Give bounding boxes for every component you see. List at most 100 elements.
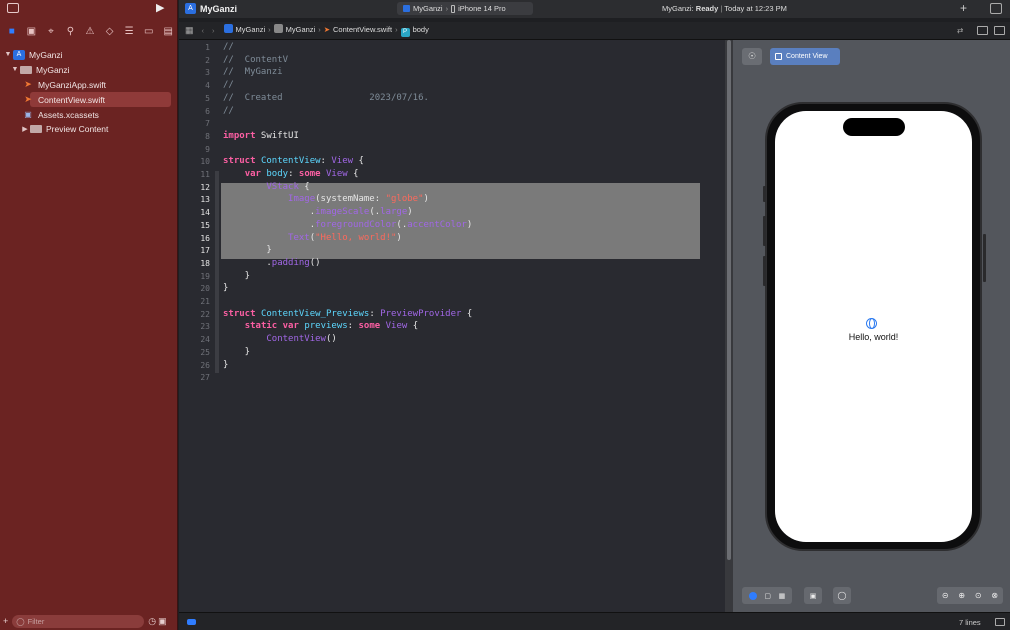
- breakpoint-navigator-icon[interactable]: ▭: [139, 23, 159, 39]
- code-line[interactable]: struct ContentView_Previews: PreviewProv…: [223, 309, 472, 319]
- filter-input[interactable]: ◯ Filter: [12, 614, 145, 628]
- filter-placeholder: Filter: [27, 616, 45, 626]
- zoom-fit-icon[interactable]: ⊙: [975, 591, 982, 600]
- code-line[interactable]: ContentView(): [223, 334, 336, 344]
- report-navigator-icon[interactable]: ▤: [159, 23, 179, 39]
- code-line[interactable]: .imageScale(.large): [223, 207, 413, 217]
- line-number: 21: [200, 297, 210, 306]
- volume-down-button: [763, 256, 766, 286]
- code-line[interactable]: }: [223, 347, 250, 357]
- code-token: {: [298, 181, 310, 192]
- recent-files-icon[interactable]: ◷: [148, 616, 156, 627]
- code-line[interactable]: static var previews: some View {: [223, 321, 418, 331]
- code-line[interactable]: import SwiftUI: [223, 131, 299, 141]
- tree-item-file-selected[interactable]: ➤ ContentView.swift: [24, 92, 171, 107]
- code-line[interactable]: Image(systemName: "globe"): [223, 194, 429, 204]
- code-token: }: [223, 245, 272, 256]
- code-token: (): [309, 257, 321, 268]
- debug-navigator-icon[interactable]: ☰: [119, 23, 139, 39]
- find-navigator-icon[interactable]: ⚲: [61, 23, 81, 39]
- zoom-in-icon[interactable]: ⊕: [958, 591, 965, 600]
- code-editor[interactable]: 1 // 2 // ContentV 3 // MyGanzi 4 // 5 // Created…: [179, 40, 725, 612]
- back-icon[interactable]: ‹: [202, 26, 205, 35]
- code-token: VStack: [266, 181, 299, 192]
- pin-icon[interactable]: ☉: [742, 48, 762, 65]
- project-icon: [223, 24, 233, 33]
- device-settings-icon[interactable]: ▣: [804, 587, 822, 604]
- breadcrumb-symbol[interactable]: body: [413, 25, 429, 34]
- tree-item-group[interactable]: ▶ Preview Content: [20, 121, 173, 136]
- property-icon: P: [400, 28, 410, 37]
- code-line[interactable]: // ContentV: [223, 55, 288, 65]
- code-token: ): [396, 232, 402, 243]
- sidebar-toggle-icon[interactable]: [7, 3, 19, 13]
- issue-navigator-icon[interactable]: ⚠: [80, 23, 100, 39]
- scm-filter-icon[interactable]: ▣: [158, 616, 167, 627]
- scheme-selector[interactable]: MyGanzi › iPhone 14 Pro: [397, 2, 533, 15]
- add-icon[interactable]: +: [3, 616, 8, 626]
- status-time: Today at 12:23 PM: [724, 4, 787, 13]
- disclosure-open-icon[interactable]: ▼: [3, 51, 13, 58]
- test-navigator-icon[interactable]: ◇: [100, 23, 120, 39]
- code-line[interactable]: struct ContentView: View {: [223, 156, 364, 166]
- symbol-navigator-icon[interactable]: ⌖: [41, 23, 61, 39]
- canvas-divider[interactable]: [725, 40, 733, 612]
- source-control-icon[interactable]: ▣: [22, 23, 42, 39]
- code-token: some: [298, 169, 321, 179]
- editor-grid-icon[interactable]: ▦: [185, 25, 194, 36]
- debug-area-toggle-icon[interactable]: [187, 619, 196, 625]
- code-line[interactable]: }: [223, 271, 250, 281]
- code-token: some: [358, 321, 381, 332]
- breadcrumb-group[interactable]: MyGanzi: [286, 25, 316, 34]
- line-number: 15: [200, 220, 210, 230]
- preview-selector[interactable]: Content View: [770, 48, 840, 65]
- code-line[interactable]: }: [223, 245, 272, 256]
- code-line[interactable]: }: [223, 360, 228, 370]
- code-token: var: [244, 169, 261, 179]
- navigator-sidebar: ▶ ■ ▣ ⌖ ⚲ ⚠ ◇ ☰ ▭ ▤ ▼ A MyGanzi ▼ MyGanz…: [0, 0, 178, 630]
- code-line[interactable]: .padding(): [223, 257, 321, 268]
- code-line[interactable]: var body: some View {: [223, 169, 359, 179]
- tree-item-project[interactable]: ▼ A MyGanzi: [3, 47, 173, 62]
- divider-handle[interactable]: [727, 40, 731, 560]
- code-line[interactable]: //: [223, 106, 234, 116]
- code-line[interactable]: // MyGanzi: [223, 67, 283, 77]
- zoom-out-icon[interactable]: ⊝: [942, 591, 949, 600]
- tree-item-assets[interactable]: ▣ Assets.xcassets: [24, 107, 173, 122]
- disclosure-closed-icon[interactable]: ▶: [20, 125, 30, 133]
- refresh-icon[interactable]: ⇄: [957, 26, 963, 35]
- device-icon: [451, 4, 456, 13]
- variants-icon[interactable]: ◯: [833, 587, 851, 604]
- code-token: View: [326, 169, 348, 179]
- add-editor-icon[interactable]: [994, 26, 1005, 35]
- code-line[interactable]: // Created 2023/07/16.: [223, 93, 429, 103]
- code-line[interactable]: Text("Hello, world!"): [223, 233, 402, 243]
- project-navigator-icon[interactable]: ■: [2, 23, 22, 39]
- run-icon[interactable]: ▶: [156, 1, 164, 14]
- zoom-actual-icon[interactable]: ⊗: [991, 591, 998, 600]
- code-line[interactable]: //: [223, 42, 234, 52]
- split-editor-icon[interactable]: [977, 26, 988, 35]
- forward-icon[interactable]: ›: [212, 26, 215, 35]
- add-library-button[interactable]: +: [960, 1, 967, 15]
- selectable-mode-icon[interactable]: ▢: [764, 592, 771, 600]
- code-line[interactable]: }: [223, 283, 228, 293]
- disclosure-open-icon[interactable]: ▼: [10, 66, 20, 73]
- inspector-toggle-icon[interactable]: [990, 3, 1002, 14]
- code-token: ContentView: [260, 156, 321, 167]
- xcode-window: ▶ ■ ▣ ⌖ ⚲ ⚠ ◇ ☰ ▭ ▤ ▼ A MyGanzi ▼ MyGanz…: [0, 0, 1010, 630]
- debug-area-icon[interactable]: [995, 618, 1005, 626]
- filter-options-icon[interactable]: ◯: [16, 617, 24, 626]
- breadcrumb-project[interactable]: MyGanzi: [236, 25, 266, 34]
- variants-grid-icon[interactable]: ▦: [779, 592, 786, 600]
- code-line[interactable]: .foregroundColor(.accentColor): [223, 220, 473, 230]
- code-line[interactable]: VStack {: [223, 181, 310, 192]
- device-screen[interactable]: Hello, world!: [775, 111, 972, 542]
- breadcrumb-file[interactable]: ContentView.swift: [333, 25, 392, 34]
- tree-item-group[interactable]: ▼ MyGanzi: [10, 62, 173, 77]
- code-token: .: [223, 257, 272, 268]
- code-line[interactable]: //: [223, 80, 234, 90]
- tree-item-file[interactable]: ➤ MyGanziApp.swift: [22, 77, 173, 92]
- live-mode-icon[interactable]: [748, 591, 757, 600]
